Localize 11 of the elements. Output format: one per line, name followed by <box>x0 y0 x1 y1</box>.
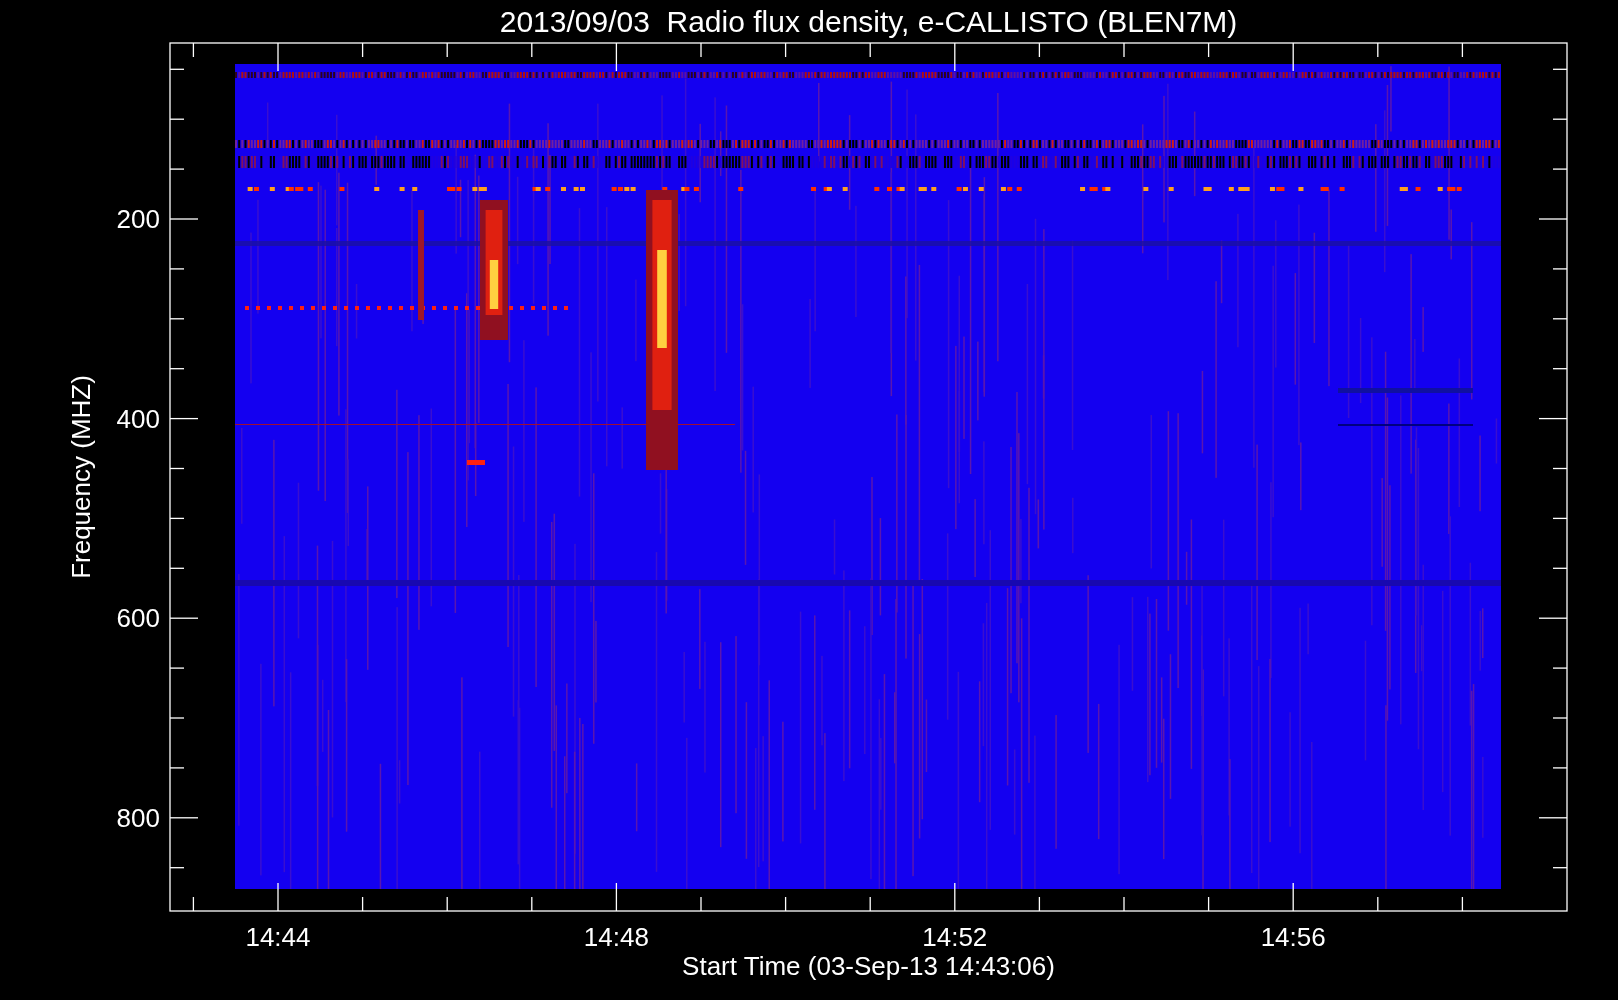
x-tick-label: 14:52 <box>922 922 988 952</box>
x-axis-label: Start Time (03-Sep-13 14:43:06) <box>682 951 1055 981</box>
x-tick-label: 14:44 <box>245 922 311 952</box>
chart-title: 2013/09/03 Radio flux density, e-CALLISTO (BLEN7M) <box>499 5 1238 38</box>
x-tick-label: 14:48 <box>583 922 649 952</box>
y-tick-label: 600 <box>116 603 160 634</box>
y-tick-label: 200 <box>116 204 160 234</box>
y-tick-label: 400 <box>116 403 160 434</box>
y-tick-label: 800 <box>116 802 160 833</box>
y-axis-label: Frequency (MHZ) <box>66 375 96 579</box>
x-tick-label: 14:56 <box>1260 922 1326 952</box>
